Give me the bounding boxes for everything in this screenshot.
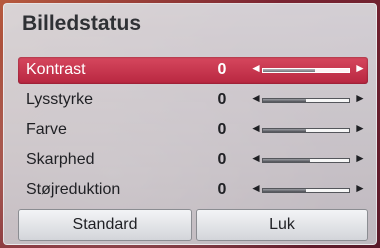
arrow-left-icon[interactable]: ◄: [250, 61, 262, 75]
slider-fill: [263, 189, 306, 192]
setting-row-lysstyrke[interactable]: Lysstyrke 0 ◄ ►: [18, 87, 368, 114]
standard-button[interactable]: Standard: [18, 209, 192, 241]
setting-slider[interactable]: [262, 188, 350, 193]
setting-slider[interactable]: [262, 68, 350, 73]
dialog-buttons: Standard Luk: [18, 209, 368, 243]
dialog-title: Billedstatus: [22, 12, 142, 35]
setting-slider[interactable]: [262, 158, 350, 163]
setting-value: 0: [217, 61, 227, 78]
setting-slider[interactable]: [262, 98, 350, 103]
setting-value: 0: [217, 121, 227, 138]
slider-fill: [263, 159, 311, 162]
setting-slider[interactable]: [262, 128, 350, 133]
setting-row-kontrast[interactable]: Kontrast 0 ◄ ►: [18, 57, 368, 84]
arrow-left-icon[interactable]: ◄: [250, 91, 262, 105]
slider-fill: [263, 99, 306, 102]
picture-settings-dialog: Billedstatus Kontrast 0 ◄ ► Lysstyrke 0 …: [3, 3, 377, 245]
setting-value: 0: [217, 151, 227, 168]
settings-list: Kontrast 0 ◄ ► Lysstyrke 0 ◄ ► Farve 0 ◄…: [18, 57, 368, 207]
setting-row-farve[interactable]: Farve 0 ◄ ►: [18, 117, 368, 144]
slider-fill: [263, 69, 315, 72]
arrow-right-icon[interactable]: ►: [354, 121, 366, 135]
setting-row-stoejreduktion[interactable]: Støjreduktion 0 ◄ ►: [18, 177, 368, 204]
arrow-right-icon[interactable]: ►: [354, 151, 366, 165]
setting-label: Farve: [26, 121, 67, 138]
arrow-left-icon[interactable]: ◄: [250, 121, 262, 135]
arrow-left-icon[interactable]: ◄: [250, 181, 262, 195]
setting-value: 0: [217, 181, 227, 198]
setting-row-skarphed[interactable]: Skarphed 0 ◄ ►: [18, 147, 368, 174]
arrow-right-icon[interactable]: ►: [354, 61, 366, 75]
setting-label: Kontrast: [26, 61, 86, 78]
setting-label: Lysstyrke: [26, 91, 93, 108]
close-button[interactable]: Luk: [196, 209, 368, 241]
setting-label: Skarphed: [26, 151, 95, 168]
setting-value: 0: [217, 91, 227, 108]
slider-fill: [263, 129, 306, 132]
arrow-right-icon[interactable]: ►: [354, 181, 366, 195]
arrow-left-icon[interactable]: ◄: [250, 151, 262, 165]
setting-label: Støjreduktion: [26, 181, 121, 198]
arrow-right-icon[interactable]: ►: [354, 91, 366, 105]
